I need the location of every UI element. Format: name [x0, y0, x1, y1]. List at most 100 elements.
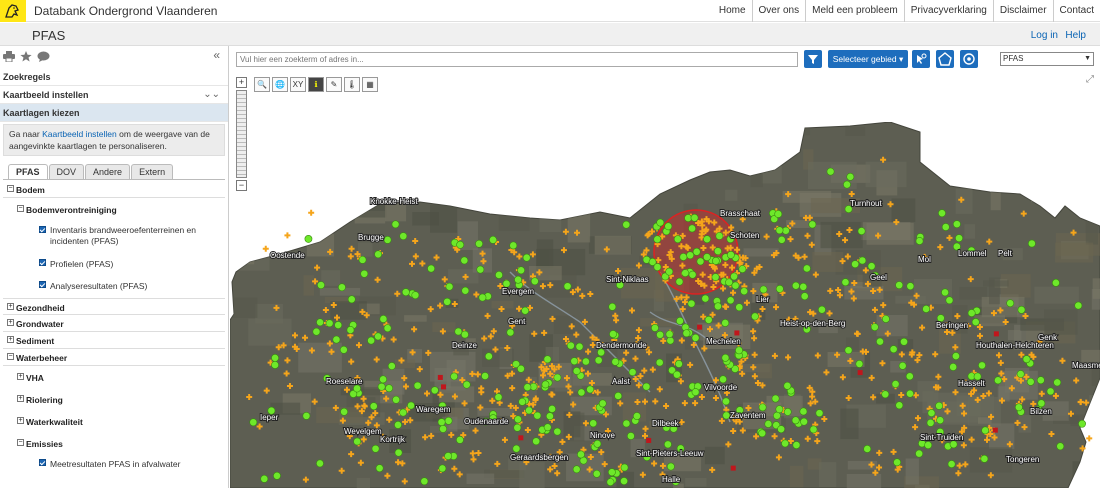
pfas-point-marker — [815, 409, 824, 418]
tree-waterbeheer[interactable]: − Waterbeheer — [3, 349, 225, 366]
expand-icon[interactable]: + — [17, 417, 24, 424]
tree-waterkwaliteit[interactable]: + Waterkwaliteit — [3, 410, 225, 432]
checkbox-checked[interactable] — [39, 281, 46, 288]
map-area[interactable]: Selecteer gebied ▾ PFAS ▼ + − 🔍 🌐 XY ℹ ✎… — [230, 46, 1100, 488]
tree-bodem[interactable]: − Bodem — [3, 180, 225, 198]
pfas-point-marker — [735, 346, 743, 355]
pfas-point-marker — [271, 354, 279, 362]
tree-emissies[interactable]: − Emissies — [3, 432, 225, 454]
draw-area-button[interactable] — [912, 50, 930, 68]
place-label: Dilbeek — [652, 419, 680, 428]
expand-icon[interactable]: + — [7, 336, 14, 343]
login-link[interactable]: Log in — [1031, 30, 1058, 41]
app-title[interactable]: Databank Ondergrond Vlaanderen — [34, 4, 217, 18]
xy-coordinate-tool[interactable]: XY — [290, 77, 306, 92]
pfas-point-marker — [1078, 419, 1086, 428]
pfas-point-marker — [841, 278, 850, 287]
tree-sediment[interactable]: + Sediment — [3, 332, 225, 349]
expand-icon[interactable]: + — [17, 395, 24, 402]
collapse-icon[interactable]: − — [17, 439, 24, 446]
pfas-point-marker — [740, 287, 749, 296]
profile-tool-icon[interactable]: 🌡 — [344, 77, 360, 92]
place-label: Zaventem — [730, 411, 766, 420]
tree-layer-inventaris[interactable]: Inventaris brandweeroefenterreinen en in… — [3, 218, 225, 254]
pfas-point-marker — [676, 317, 684, 325]
fullscreen-icon[interactable]: ⤢ — [1086, 74, 1094, 85]
tree-grondwater[interactable]: + Grondwater — [3, 315, 225, 332]
pfas-point-marker — [374, 332, 382, 341]
sidebar-row-zoekregels[interactable]: Zoekregels — [0, 68, 228, 86]
expand-icon[interactable]: + — [17, 373, 24, 380]
pfas-point-marker — [614, 392, 623, 400]
sidebar-row-kaartbeeld[interactable]: Kaartbeeld instellen ⌄⌄ — [0, 86, 228, 104]
expand-icon[interactable]: + — [7, 303, 14, 310]
nav-over-ons[interactable]: Over ons — [751, 0, 806, 22]
sidebar-row-kaartlagen[interactable]: Kaartlagen kiezen — [0, 104, 228, 122]
double-chevron-down-icon[interactable]: ⌄⌄ — [203, 86, 220, 104]
pfas-point-marker — [655, 358, 664, 367]
tree-vha[interactable]: + VHA — [3, 366, 225, 388]
place-label: Gent — [508, 317, 526, 326]
nav-home[interactable]: Home — [713, 0, 752, 22]
pfas-point-marker — [509, 241, 518, 250]
tree-layer-meetresultaten[interactable]: Meetresultaten PFAS in afvalwater — [3, 454, 225, 474]
collapse-sidebar-icon[interactable]: « — [213, 48, 220, 62]
help-link[interactable]: Help — [1065, 30, 1086, 41]
pfas-point-marker — [701, 294, 710, 303]
globe-icon[interactable]: 🌐 — [272, 77, 288, 92]
tree-layer-profielen[interactable]: Profielen (PFAS) — [3, 254, 225, 276]
star-icon[interactable] — [20, 51, 32, 62]
tree-riolering[interactable]: + Riolering — [3, 388, 225, 410]
nav-meld-probleem[interactable]: Meld een probleem — [805, 0, 904, 22]
tree-label: Analyseresultaten (PFAS) — [50, 281, 148, 291]
checkbox-checked[interactable] — [39, 226, 46, 233]
zoom-tool-icon[interactable]: 🔍 — [254, 77, 270, 92]
pfas-point-marker — [461, 330, 469, 339]
tree-gezondheid[interactable]: + Gezondheid — [3, 298, 225, 315]
buffer-area-button[interactable] — [960, 50, 978, 68]
tab-pfas[interactable]: PFAS — [8, 164, 48, 179]
search-input[interactable] — [236, 52, 798, 67]
nav-contact[interactable]: Contact — [1052, 0, 1100, 22]
collapse-icon[interactable]: − — [17, 205, 24, 212]
pfas-point-marker — [620, 463, 629, 472]
pfas-point-marker — [775, 405, 784, 414]
pfas-point-marker — [949, 363, 958, 371]
tree-layer-analyseresultaten[interactable]: Analyseresultaten (PFAS) — [3, 276, 225, 298]
tree-bodemverontreiniging[interactable]: − Bodemverontreiniging — [3, 198, 225, 218]
layer-select[interactable]: PFAS ▼ — [1000, 52, 1094, 66]
select-area-button[interactable]: Selecteer gebied ▾ — [828, 50, 908, 68]
collapse-icon[interactable]: − — [7, 353, 14, 360]
home-area-button[interactable] — [936, 50, 954, 68]
pfas-point-marker — [791, 416, 800, 425]
pfas-point-marker — [302, 411, 311, 420]
pfas-point-marker — [681, 269, 690, 277]
checkbox-checked[interactable] — [39, 259, 46, 266]
legend-tool-icon[interactable]: ▦ — [362, 77, 378, 92]
pfas-point-marker — [843, 180, 851, 189]
expand-icon[interactable]: + — [7, 319, 14, 326]
info-link[interactable]: Kaartbeeld instellen — [42, 129, 117, 139]
nav-privacy[interactable]: Privacyverklaring — [903, 0, 993, 22]
checkbox-checked[interactable] — [39, 459, 46, 466]
lion-logo[interactable] — [0, 0, 26, 22]
pfas-alert-marker — [437, 374, 443, 380]
tab-extern[interactable]: Extern — [131, 164, 174, 179]
print-icon[interactable] — [3, 51, 15, 62]
measure-tool-icon[interactable]: ✎ — [326, 77, 342, 92]
comment-icon[interactable] — [37, 51, 50, 62]
info-tool-icon[interactable]: ℹ — [308, 77, 324, 92]
nav-disclaimer[interactable]: Disclaimer — [992, 0, 1053, 22]
zoom-in-button[interactable]: + — [236, 77, 247, 88]
pfas-point-marker — [385, 384, 393, 393]
page-title: PFAS — [32, 28, 66, 43]
filter-button[interactable] — [804, 50, 822, 68]
collapse-icon[interactable]: − — [7, 185, 14, 192]
tab-dov[interactable]: DOV — [48, 164, 85, 179]
tab-andere[interactable]: Andere — [85, 164, 131, 179]
tree-label: Profielen (PFAS) — [50, 259, 114, 269]
pfas-point-marker — [656, 330, 664, 339]
pfas-point-marker — [517, 266, 525, 275]
map-canvas[interactable]: Knokke-Heist Brugge Oostende Brasschaat Scho… — [230, 122, 1100, 488]
pfas-alert-marker — [857, 370, 863, 376]
